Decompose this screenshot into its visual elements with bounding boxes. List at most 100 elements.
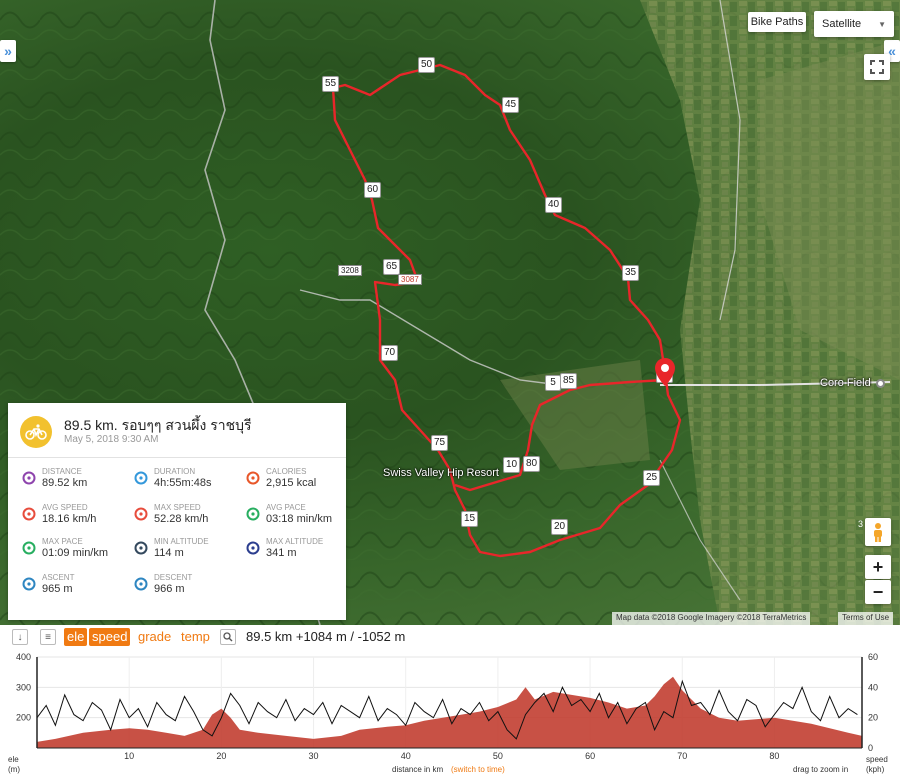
stat-max-pace: MAX PACE 01:09 min/km <box>22 537 132 567</box>
tab-speed[interactable]: speed <box>89 628 131 646</box>
stat-value: 52.28 km/h <box>154 513 209 525</box>
cycling-icon <box>20 416 52 448</box>
km-marker[interactable]: 70 <box>381 345 399 361</box>
stat-label: DISTANCE <box>42 467 82 476</box>
stat-min-altitude: MIN ALTITUDE 114 m <box>134 537 244 567</box>
stat-distance: DISTANCE 89.52 km <box>22 467 132 497</box>
speedometer-max-icon <box>134 507 148 521</box>
x-tick-label: 10 <box>124 751 134 761</box>
km-marker[interactable]: 75 <box>431 435 449 451</box>
km-marker[interactable]: 20 <box>551 519 569 535</box>
app-root: 505545604065357030585758010251520 3208 3… <box>0 0 900 780</box>
km-marker[interactable]: 55 <box>322 76 340 92</box>
collapse-profile-button[interactable]: ↓ <box>12 629 28 645</box>
arrow-down-icon: ↓ <box>17 631 23 643</box>
tab-ele[interactable]: ele <box>64 628 88 646</box>
magnifier-icon <box>223 632 233 642</box>
x-tick-label: 30 <box>309 751 319 761</box>
stat-label: MAX SPEED <box>154 503 201 512</box>
left-axis-label: ele <box>8 755 19 764</box>
chevron-right-icon: » <box>4 43 12 59</box>
stat-value: 341 m <box>266 547 297 559</box>
speedometer-icon <box>22 507 36 521</box>
stat-label: MIN ALTITUDE <box>154 537 209 546</box>
pegman-icon <box>874 523 882 542</box>
bike-paths-toggle[interactable]: Bike Paths <box>748 12 806 32</box>
km-marker[interactable]: 45 <box>502 97 520 113</box>
km-marker[interactable]: 35 <box>622 265 640 281</box>
stat-value: 03:18 min/km <box>266 513 333 525</box>
terms-of-use-link[interactable]: Terms of Use <box>838 612 894 625</box>
stat-label: DURATION <box>154 467 196 476</box>
elevation-summary: 89.5 km +1084 m / -1052 m <box>246 629 406 644</box>
fullscreen-button[interactable] <box>864 54 890 80</box>
x-tick-label: 60 <box>585 751 595 761</box>
km-marker[interactable]: 40 <box>545 197 563 213</box>
stat-value: 89.52 km <box>42 477 88 489</box>
descent-icon <box>134 577 148 591</box>
zoom-in-button[interactable]: + <box>865 555 891 579</box>
km-marker[interactable]: 85 <box>560 373 578 389</box>
km-marker[interactable]: 80 <box>523 456 541 472</box>
km-marker[interactable]: 5 <box>545 375 561 391</box>
switch-to-time-link[interactable]: (switch to time) <box>451 765 505 774</box>
x-tick-label: 20 <box>216 751 226 761</box>
timer-icon <box>134 471 148 485</box>
stat-max-speed: MAX SPEED 52.28 km/h <box>134 503 244 533</box>
expand-left-panel-button[interactable]: » <box>0 40 16 62</box>
stat-duration: DURATION 4h:55m:48s <box>134 467 244 497</box>
pace-icon <box>246 507 260 521</box>
map-type-select[interactable]: Satellite ▼ <box>814 11 894 37</box>
tab-temp[interactable]: temp <box>178 628 213 646</box>
km-marker[interactable]: 65 <box>383 259 401 275</box>
y-left-tick-label: 300 <box>16 682 31 692</box>
drag-to-zoom-hint: drag to zoom in <box>793 765 848 774</box>
stat-value: 18.16 km/h <box>42 513 97 525</box>
km-marker[interactable]: 50 <box>418 57 436 73</box>
stat-max-altitude: MAX ALTITUDE 341 m <box>246 537 356 567</box>
stat-descent: DESCENT 966 m <box>134 573 244 603</box>
flame-icon <box>246 471 260 485</box>
street-view-pegman-icon[interactable] <box>865 518 891 546</box>
y-right-tick-label: 40 <box>868 682 878 692</box>
place-name: Coro Field <box>820 377 871 389</box>
map-view[interactable]: 505545604065357030585758010251520 3208 3… <box>0 0 900 625</box>
stat-label: MAX ALTITUDE <box>266 537 324 546</box>
zoom-out-button[interactable]: − <box>865 580 891 604</box>
zoom-profile-button[interactable] <box>220 629 236 645</box>
place-label[interactable]: Coro Field <box>820 377 885 389</box>
dropdown-arrow-icon: ▼ <box>878 19 886 29</box>
km-marker[interactable]: 60 <box>364 182 382 198</box>
y-right-tick-label: 60 <box>868 652 878 662</box>
elevation-panel: ↓ ≡ ele speed grade temp 89.5 km +1084 m… <box>0 625 900 780</box>
stat-value: 4h:55m:48s <box>154 477 212 489</box>
distance-icon <box>22 471 36 485</box>
pegman-badge: 3 <box>858 519 864 529</box>
tab-grade[interactable]: grade <box>135 628 174 646</box>
route-date: May 5, 2018 9:30 AM <box>64 434 159 445</box>
km-marker[interactable]: 15 <box>461 511 479 527</box>
stat-value: 966 m <box>154 583 185 595</box>
km-marker[interactable]: 10 <box>503 457 521 473</box>
mountain-high-icon <box>246 541 260 555</box>
stat-label: ASCENT <box>42 573 75 582</box>
road-shield: 3208 <box>338 265 362 276</box>
elevation-speed-chart[interactable]: 200 300 400 0 20 40 60 10 20 30 40 50 60 70 80 ele (m)… <box>0 649 900 780</box>
y-left-tick-label: 400 <box>16 652 31 662</box>
stat-value: 965 m <box>42 583 73 595</box>
stat-label: MAX PACE <box>42 537 83 546</box>
stat-avg-speed: AVG SPEED 18.16 km/h <box>22 503 132 533</box>
fullscreen-icon <box>870 60 884 74</box>
x-tick-label: 80 <box>769 751 779 761</box>
route-start-pin-icon[interactable] <box>653 356 677 388</box>
y-right-tick-label: 0 <box>868 743 873 753</box>
x-tick-label: 40 <box>401 751 411 761</box>
stat-value: 01:09 min/km <box>42 547 109 559</box>
stat-calories: CALORIES 2,915 kcal <box>246 467 356 497</box>
km-marker[interactable]: 25 <box>643 470 661 486</box>
mountain-icon <box>134 541 148 555</box>
left-axis-unit: (m) <box>8 765 20 774</box>
y-left-tick-label: 200 <box>16 713 31 723</box>
map-attribution: Map data ©2018 Google Imagery ©2018 Terr… <box>612 612 811 625</box>
menu-button[interactable]: ≡ <box>40 629 56 645</box>
